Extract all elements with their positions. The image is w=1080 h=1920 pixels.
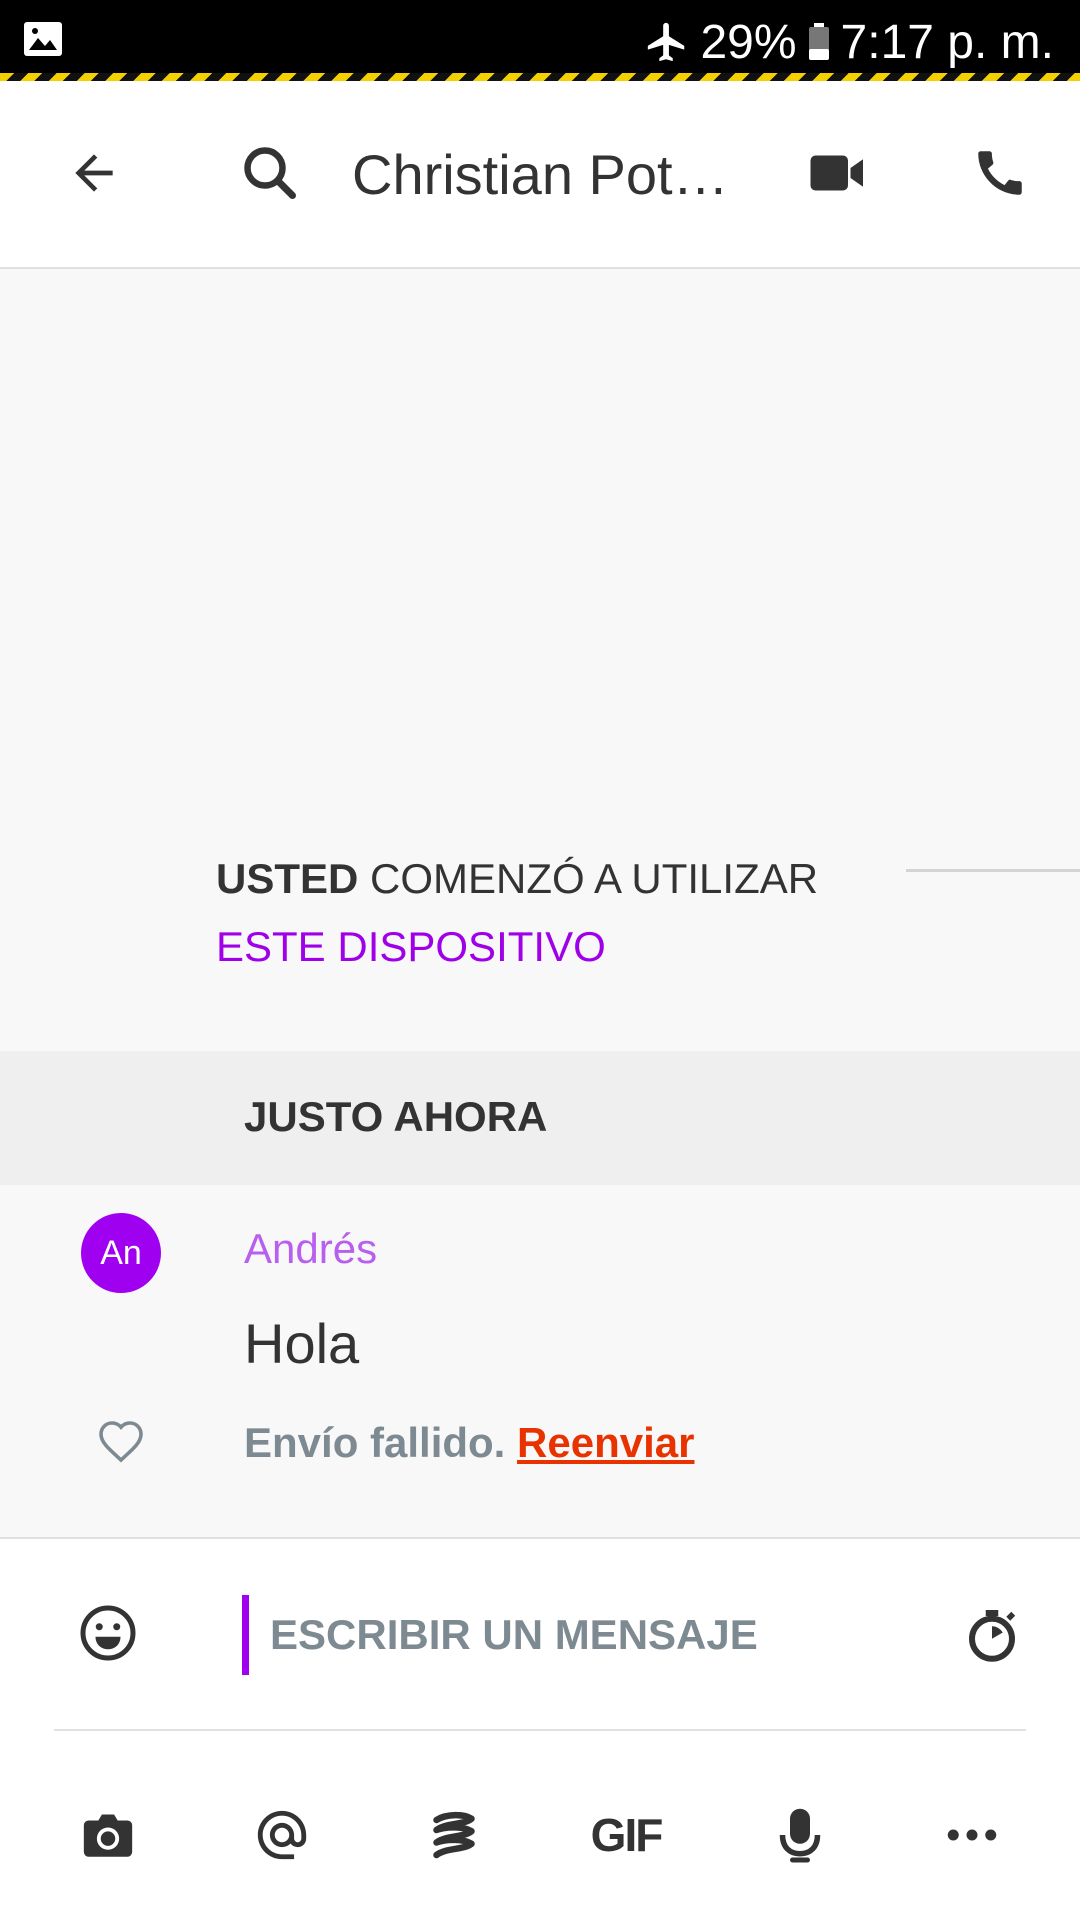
- system-message-text: COMENZÓ A UTILIZAR: [358, 855, 819, 902]
- search-icon: [244, 147, 296, 199]
- system-message-device: ESTE DISPOSITIVO: [216, 923, 606, 970]
- timer-icon[interactable]: [962, 1605, 1022, 1665]
- battery-percent: 29%: [700, 15, 797, 69]
- voice-call-button[interactable]: [968, 141, 1032, 205]
- avatar[interactable]: An: [81, 1213, 161, 1293]
- camera-icon: [83, 1814, 133, 1857]
- system-message-bold: USTED: [216, 855, 359, 902]
- video-call-icon: [810, 155, 863, 191]
- message-list[interactable]: USTED COMENZÓ A UTILIZAR ESTE DISPOSITIV…: [0, 271, 1080, 1537]
- composer-divider: [54, 1729, 1026, 1731]
- mention-button[interactable]: [250, 1803, 314, 1867]
- giphy-button[interactable]: [422, 1803, 486, 1867]
- mention-icon: [257, 1810, 307, 1860]
- airplane-icon: [648, 22, 685, 62]
- conversation-header: Christian Pot…: [0, 81, 1080, 269]
- message-text[interactable]: Hola: [244, 1311, 359, 1376]
- more-button[interactable]: [940, 1803, 1004, 1867]
- search-button[interactable]: [238, 141, 302, 205]
- status-stripe: [0, 73, 1080, 81]
- system-message: USTED COMENZÓ A UTILIZAR ESTE DISPOSITIV…: [216, 845, 856, 981]
- clock: 7:17 p. m.: [840, 15, 1054, 69]
- emoji-icon[interactable]: [78, 1603, 138, 1663]
- message-input[interactable]: [270, 1595, 920, 1675]
- microphone-button[interactable]: [768, 1803, 832, 1867]
- status-right: 29% 7:17 p. m.: [644, 12, 1054, 72]
- gallery-icon: [24, 22, 62, 56]
- battery-icon: [808, 23, 829, 60]
- camera-button[interactable]: [76, 1803, 140, 1867]
- composer: GIF: [0, 1537, 1080, 1920]
- back-button[interactable]: [62, 141, 126, 205]
- input-cursor: [242, 1595, 249, 1675]
- phone-icon: [978, 151, 1022, 195]
- status-bar: 29% 7:17 p. m.: [0, 0, 1080, 81]
- resend-link[interactable]: Reenviar: [517, 1419, 694, 1466]
- date-separator-label: JUSTO AHORA: [244, 1093, 548, 1140]
- like-heart-icon[interactable]: [96, 1419, 146, 1463]
- video-call-button[interactable]: [806, 141, 870, 205]
- sender-name[interactable]: Andrés: [244, 1225, 377, 1273]
- system-divider-line: [906, 869, 1080, 872]
- date-separator: JUSTO AHORA: [0, 1051, 1080, 1185]
- back-arrow-icon: [75, 154, 113, 192]
- send-failed-text: Envío fallido.: [244, 1419, 506, 1466]
- giphy-icon: [433, 1811, 475, 1859]
- microphone-icon: [779, 1808, 821, 1863]
- more-icon: [947, 1829, 997, 1841]
- conversation-title[interactable]: Christian Pot…: [352, 143, 732, 207]
- gif-button[interactable]: GIF: [591, 1803, 664, 1867]
- send-failed-line: Envío fallido. Reenviar: [244, 1419, 694, 1467]
